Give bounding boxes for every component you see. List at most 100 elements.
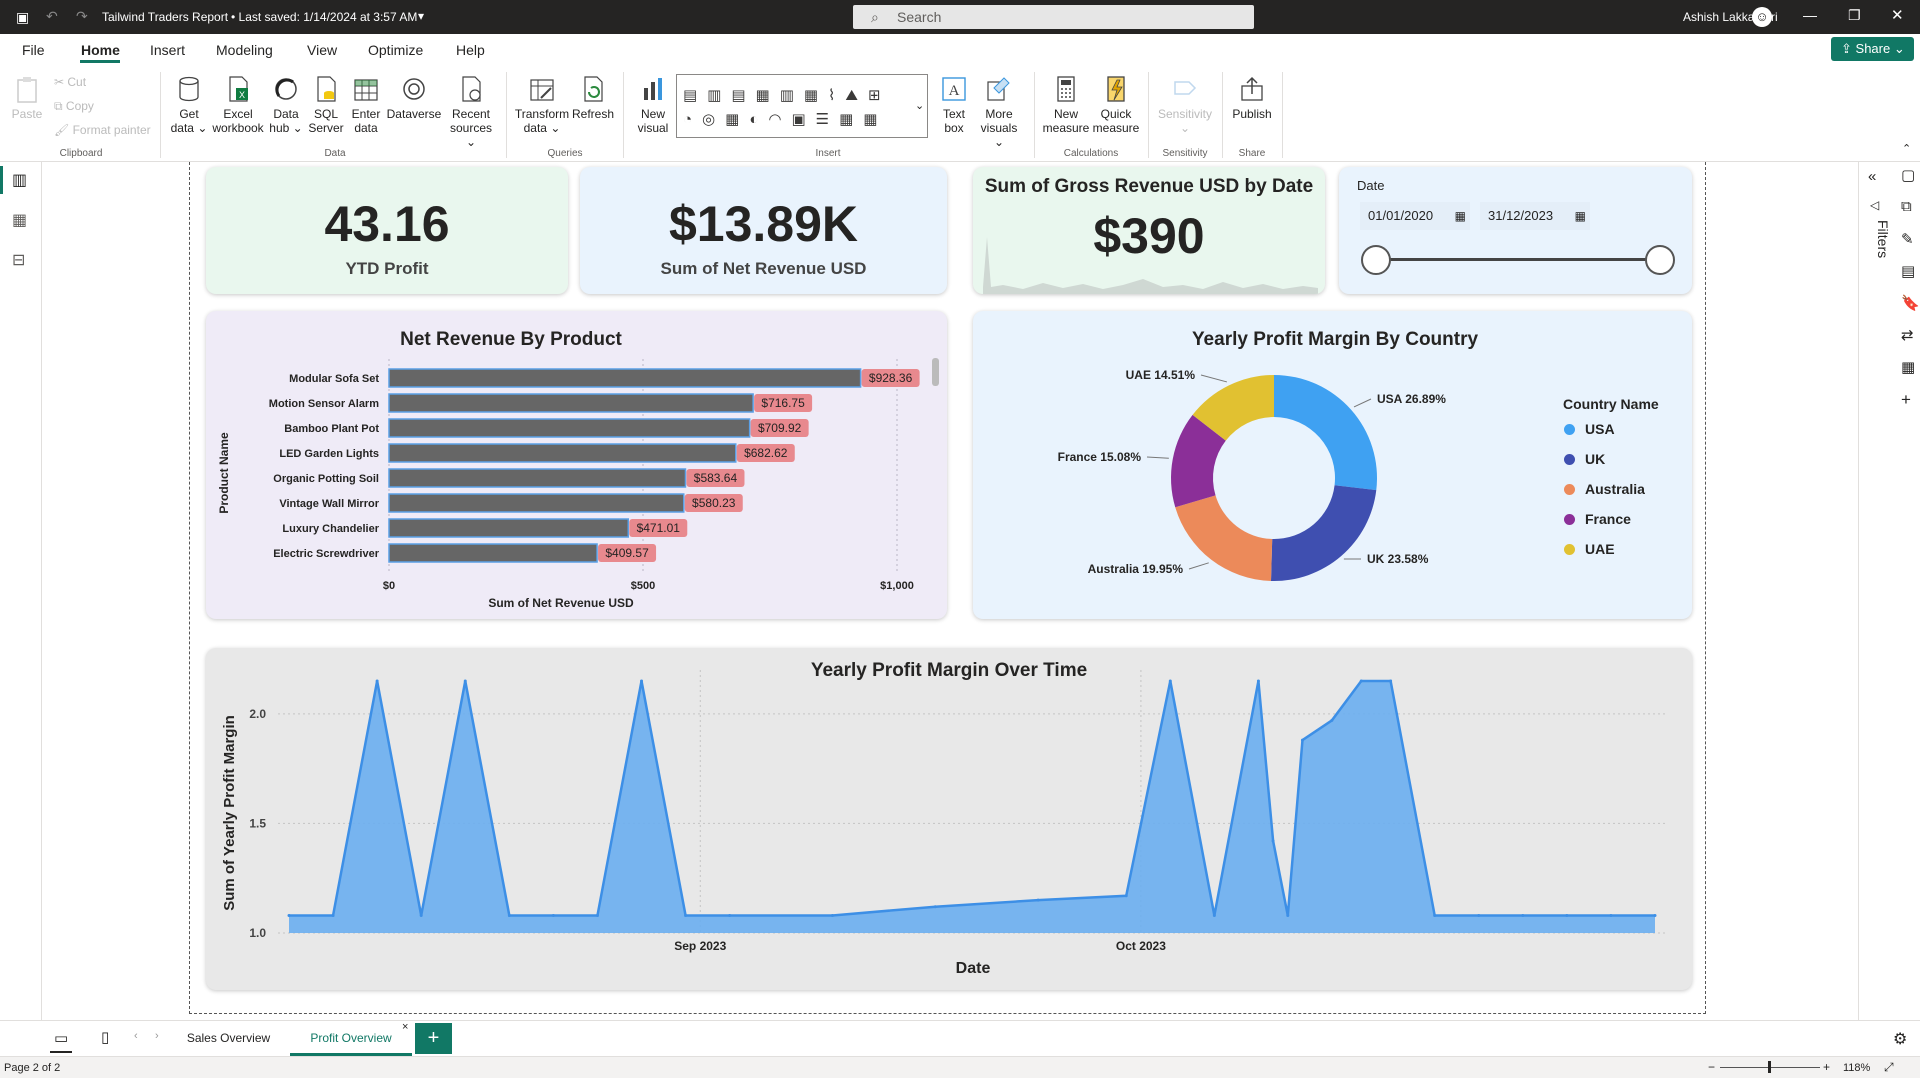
add-page-button[interactable]: + (415, 1023, 452, 1054)
enter-data-button[interactable]: Enter data (348, 74, 384, 135)
chart-scrollbar[interactable] (932, 358, 939, 386)
menu-optimize[interactable]: Optimize (368, 42, 423, 58)
data-hub-button[interactable]: Data hub ⌄ (268, 74, 304, 135)
selection-icon[interactable]: ⇄ (1901, 326, 1914, 344)
data-label: UK 23.58% (1367, 552, 1429, 566)
menu-insert[interactable]: Insert (150, 42, 185, 58)
format-painter-button[interactable]: 🖌 Format painter (54, 123, 151, 137)
transform-data-button[interactable]: Transform data ⌄ (514, 74, 570, 135)
close-tab-icon[interactable]: × (402, 1021, 408, 1033)
recent-sources-button[interactable]: Recent sources ⌄ (448, 74, 494, 149)
page-tab-profit-overview[interactable]: Profit Overview (290, 1021, 412, 1056)
filter-icon[interactable]: ◁ (1870, 198, 1879, 212)
publish-button[interactable]: Publish (1228, 74, 1276, 121)
gallery-expand-icon[interactable]: ⌄ (915, 99, 924, 112)
leader-line (1353, 398, 1372, 408)
menu-modeling[interactable]: Modeling (216, 42, 273, 58)
cut-button[interactable]: ✂ Cut (54, 75, 86, 89)
filters-pane-label[interactable]: Filters (1861, 220, 1891, 300)
visualizations-icon[interactable]: ▢ (1901, 166, 1915, 184)
data-label: $682.62 (744, 446, 788, 460)
prev-page-icon[interactable]: ‹ (134, 1030, 138, 1042)
title-dropdown-icon[interactable]: ▾ (418, 9, 424, 23)
date-slicer[interactable]: Date 01/01/2020 ▦ 31/12/2023 ▦ (1339, 167, 1692, 294)
zoom-slider-thumb[interactable] (1768, 1061, 1771, 1073)
data-label: $583.64 (694, 471, 738, 485)
bookmark-icon[interactable]: 🔖 (1901, 294, 1920, 312)
sensitivity-button[interactable]: Sensitivity ⌄ (1156, 74, 1214, 135)
kpi-label: Sum of Net Revenue USD (660, 259, 867, 278)
slider-start-handle[interactable] (1361, 245, 1391, 275)
transform-icon (530, 79, 554, 101)
ytd-profit-card[interactable]: 43.16 YTD Profit (206, 167, 568, 294)
fields-icon[interactable]: ▤ (1901, 262, 1915, 280)
avatar[interactable]: ☺ (1752, 7, 1772, 27)
data-label: $928.36 (869, 371, 913, 385)
report-view-icon[interactable]: ▥ (12, 170, 27, 190)
settings-icon[interactable]: ⚙ (1893, 1029, 1907, 1049)
menu-file[interactable]: File (22, 42, 45, 58)
collapse-pane-icon[interactable]: « (1868, 168, 1876, 185)
legend-item-uk[interactable]: UK (1564, 451, 1605, 467)
excel-workbook-button[interactable]: X Excel workbook (210, 74, 266, 135)
legend-item-usa[interactable]: USA (1564, 421, 1615, 437)
profit-margin-over-time-card[interactable]: Yearly Profit Margin Over Time Sum of Yea… (206, 648, 1692, 990)
zoom-in-icon[interactable]: + (1823, 1060, 1830, 1074)
y-tick-label: Luxury Chandelier (282, 523, 379, 535)
net-revenue-by-product-card[interactable]: Net Revenue By Product Product Name Sum of… (206, 311, 947, 619)
data-pane-icon[interactable]: ⧉ (1901, 198, 1912, 215)
redo-icon[interactable]: ↷ (76, 8, 88, 25)
save-icon[interactable]: ▣ (16, 9, 29, 26)
new-visual-button[interactable]: New visual (632, 74, 674, 135)
svg-text:X: X (239, 90, 245, 100)
legend-item-australia[interactable]: Australia (1564, 481, 1645, 497)
menu-help[interactable]: Help (456, 42, 485, 58)
quick-measure-button[interactable]: Quick measure (1092, 74, 1140, 135)
end-date-input[interactable]: 31/12/2023 ▦ (1480, 202, 1590, 230)
new-measure-button[interactable]: New measure (1042, 74, 1090, 135)
text-box-button[interactable]: A Text box (934, 74, 974, 135)
profit-margin-by-country-card[interactable]: Yearly Profit Margin By Country USA 26.89… (973, 311, 1692, 619)
clipboard-group-label: Clipboard (59, 148, 103, 159)
slider-end-handle[interactable] (1645, 245, 1675, 275)
new-measure-label-2: measure (1042, 121, 1090, 135)
copy-button[interactable]: ⧉ Copy (54, 99, 94, 113)
minimize-icon[interactable]: — (1803, 7, 1817, 23)
zoom-level[interactable]: 118% (1843, 1062, 1870, 1074)
x-tick-label: $500 (631, 580, 655, 592)
close-icon[interactable]: ✕ (1891, 6, 1904, 24)
more-visuals-button[interactable]: More visuals ⌄ (976, 74, 1022, 149)
search-input[interactable]: ⌕ Search (853, 5, 1254, 29)
get-data-button[interactable]: Get data ⌄ (170, 74, 208, 135)
calendar-icon[interactable]: ▦ (1575, 202, 1586, 230)
net-revenue-card[interactable]: $13.89K Sum of Net Revenue USD (580, 167, 947, 294)
page-tab-sales-overview[interactable]: Sales Overview (170, 1021, 287, 1056)
fit-to-page-icon[interactable]: ⤢ (1884, 1060, 1894, 1075)
dataverse-button[interactable]: Dataverse (386, 74, 442, 121)
add-pane-icon[interactable]: + (1901, 390, 1911, 410)
undo-icon[interactable]: ↶ (46, 8, 58, 25)
share-button[interactable]: ⇪ Share ⌄ (1831, 37, 1914, 61)
mobile-layout-icon[interactable]: ▯ (101, 1028, 109, 1046)
table-view-icon[interactable]: ▦ (12, 210, 27, 230)
zoom-out-icon[interactable]: − (1708, 1060, 1715, 1074)
model-view-icon[interactable]: ⊟ (12, 250, 25, 270)
gross-revenue-card[interactable]: Sum of Gross Revenue USD by Date $390 (973, 167, 1325, 294)
next-page-icon[interactable]: › (155, 1030, 159, 1042)
visual-gallery[interactable]: ▤▥▤▦▥▦⌇⛰⊞ ◔◎▦◐◠▣☰▦▦ ⌄ (676, 74, 928, 138)
restore-icon[interactable]: ❐ (1848, 7, 1861, 24)
desktop-layout-icon[interactable]: ▭ (54, 1029, 68, 1047)
menu-view[interactable]: View (307, 42, 337, 58)
new-visual-icon (644, 78, 662, 100)
paste-button[interactable]: Paste (8, 74, 46, 121)
refresh-button[interactable]: Refresh (572, 74, 614, 121)
menu-home[interactable]: Home (81, 42, 120, 58)
legend-item-france[interactable]: France (1564, 511, 1631, 527)
sql-server-button[interactable]: SQL Server (306, 74, 346, 135)
collapse-ribbon-icon[interactable]: ⌃ (1902, 142, 1911, 155)
format-pane-icon[interactable]: ✎ (1901, 230, 1914, 248)
legend-item-uae[interactable]: UAE (1564, 541, 1615, 557)
start-date-input[interactable]: 01/01/2020 ▦ (1360, 202, 1470, 230)
calendar-icon[interactable]: ▦ (1455, 202, 1466, 230)
performance-icon[interactable]: ▦ (1901, 358, 1915, 376)
